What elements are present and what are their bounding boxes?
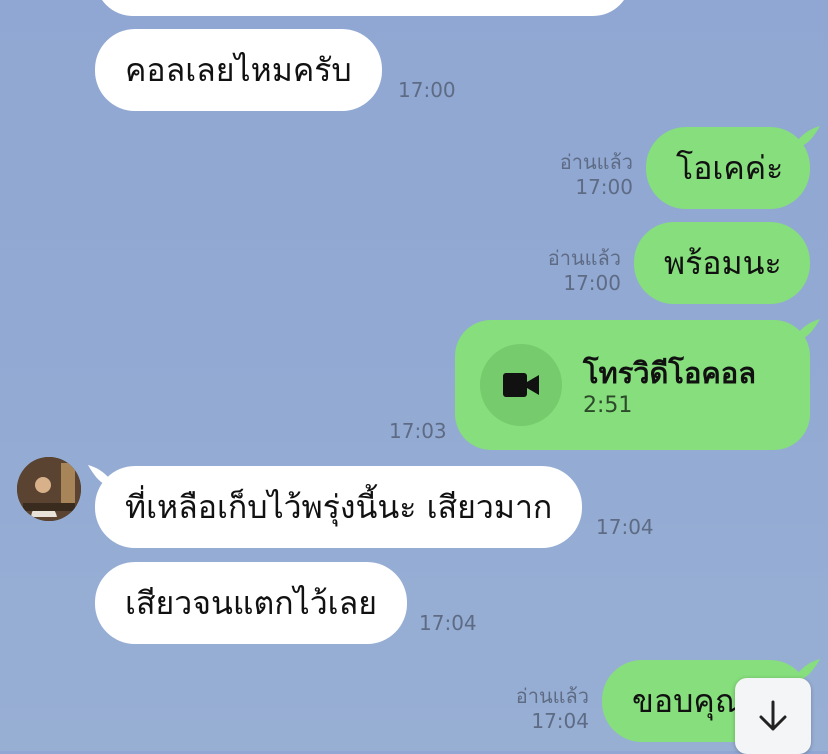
message-time: 17:00 [398, 78, 456, 102]
incoming-bubble-partial[interactable] [95, 0, 631, 16]
message-meta: อ่านแล้ว 17:00 [548, 246, 621, 296]
message-time: 17:04 [419, 611, 477, 635]
video-camera-icon [480, 344, 562, 426]
outgoing-message[interactable]: โอเคค่ะ [646, 127, 810, 209]
call-duration: 2:51 [583, 393, 633, 418]
message-time: 17:00 [575, 175, 633, 199]
outgoing-message[interactable]: พร้อมนะ [634, 222, 810, 304]
read-receipt: อ่านแล้ว [515, 684, 589, 708]
incoming-message[interactable]: คอลเลยไหมครับ [95, 29, 382, 111]
read-receipt: อ่านแล้ว [559, 150, 633, 174]
contact-avatar[interactable] [17, 457, 81, 521]
message-time: 17:00 [563, 271, 621, 295]
bubble-tail [792, 126, 820, 146]
message-text: คอลเลยไหมครับ [125, 50, 352, 89]
message-time: 17:03 [389, 419, 447, 443]
arrow-down-icon [759, 700, 787, 731]
bubble-tail [792, 659, 820, 679]
bubble-tail [792, 319, 820, 339]
incoming-message[interactable]: ที่เหลือเก็บไว้พรุ่งนี้นะ เสียวมาก [95, 466, 583, 548]
message-meta: อ่านแล้ว 17:04 [516, 684, 589, 734]
message-time: 17:04 [531, 709, 589, 733]
message-text: ขอบคุณ [632, 681, 745, 720]
message-time: 17:04 [596, 515, 654, 539]
bubble-tail [88, 465, 116, 485]
read-receipt: อ่านแล้ว [547, 246, 621, 270]
incoming-message[interactable]: เสียวจนแตกไว้เลย [95, 562, 407, 644]
call-title: โทรวิดีโอคอล [583, 356, 756, 390]
message-text: โอเคค่ะ [676, 148, 784, 187]
message-text: พร้อมนะ [664, 243, 782, 282]
message-meta: อ่านแล้ว 17:00 [560, 150, 633, 200]
scroll-to-bottom-button[interactable] [735, 678, 811, 754]
message-text: ที่เหลือเก็บไว้พรุ่งนี้นะ เสียวมาก [125, 487, 553, 526]
message-text: เสียวจนแตกไว้เลย [125, 583, 377, 622]
